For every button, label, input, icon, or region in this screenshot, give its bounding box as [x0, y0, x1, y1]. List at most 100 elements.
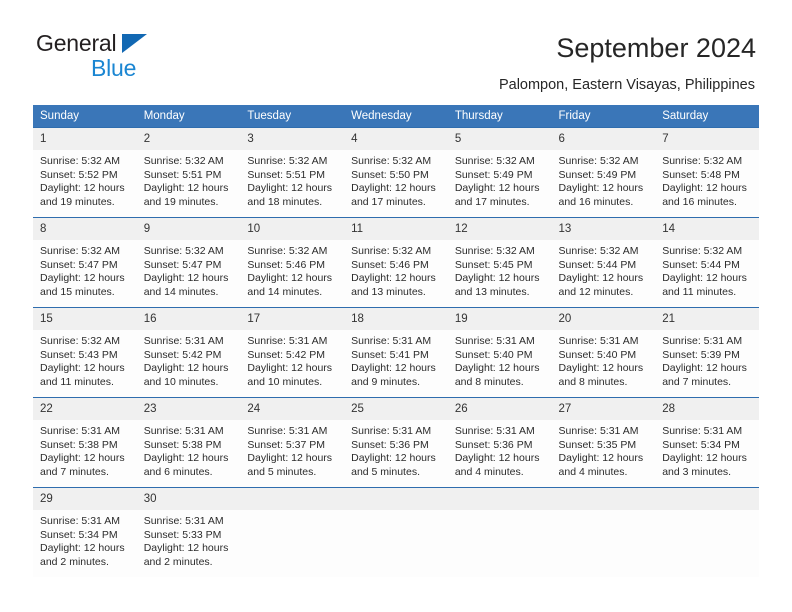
day-number: 28	[655, 398, 759, 420]
daylight-text: Daylight: 12 hours and 11 minutes.	[662, 272, 747, 298]
sunrise-text: Sunrise: 5:32 AM	[662, 245, 743, 257]
daylight-text: Daylight: 12 hours and 19 minutes.	[40, 182, 125, 208]
day-number: 5	[447, 128, 552, 150]
day-details: Sunrise: 5:32 AM Sunset: 5:45 PM Daylight:…	[448, 240, 552, 299]
sunrise-text: Sunrise: 5:31 AM	[247, 425, 328, 437]
sunset-text: Sunset: 5:38 PM	[143, 438, 222, 451]
day-details: Sunrise: 5:31 AM Sunset: 5:35 PM Daylight:…	[552, 420, 656, 479]
page-subtitle-location: Palompon, Eastern Visayas, Philippines	[498, 77, 755, 93]
sunrise-text: Sunrise: 5:32 AM	[143, 245, 224, 257]
day-details: Sunrise: 5:32 AM Sunset: 5:51 PM Daylight:…	[137, 150, 241, 209]
sunset-text: Sunset: 5:42 PM	[247, 348, 326, 361]
daylight-text: Daylight: 12 hours and 3 minutes.	[662, 452, 747, 478]
day-details: Sunrise: 5:31 AM Sunset: 5:37 PM Daylight:…	[240, 420, 344, 479]
day-cell[interactable]: 19 Sunrise: 5:31 AM Sunset: 5:40 PM Dayligh…	[447, 307, 552, 397]
day-details: Sunrise: 5:31 AM Sunset: 5:39 PM Daylight:…	[655, 330, 759, 389]
day-cell[interactable]: 22 Sunrise: 5:31 AM Sunset: 5:38 PM Dayligh…	[33, 397, 137, 487]
calendar-week-row: 29 Sunrise: 5:31 AM Sunset: 5:34 PM Dayligh…	[33, 487, 759, 577]
day-cell[interactable]: 10 Sunrise: 5:32 AM Sunset: 5:46 PM Dayligh…	[240, 217, 345, 307]
day-number: 19	[447, 308, 552, 330]
weekday-header-tuesday: Tuesday	[240, 105, 345, 127]
weekday-header-friday: Friday	[551, 105, 656, 127]
sunrise-text: Sunrise: 5:31 AM	[662, 425, 743, 437]
sunset-text: Sunset: 5:46 PM	[351, 258, 429, 271]
day-number: 27	[551, 398, 656, 420]
day-cell[interactable]: 1 Sunrise: 5:32 AM Sunset: 5:52 PM Daylight…	[33, 127, 137, 217]
sunset-text: Sunset: 5:51 PM	[247, 168, 326, 181]
day-cell[interactable]: 25 Sunrise: 5:31 AM Sunset: 5:36 PM Dayligh…	[344, 397, 448, 487]
day-cell[interactable]: 17 Sunrise: 5:31 AM Sunset: 5:42 PM Dayligh…	[240, 307, 345, 397]
day-cell[interactable]: 15 Sunrise: 5:32 AM Sunset: 5:43 PM Dayligh…	[33, 307, 137, 397]
day-number: 30	[136, 488, 241, 510]
day-cell[interactable]: 11 Sunrise: 5:32 AM Sunset: 5:46 PM Dayligh…	[344, 217, 448, 307]
sunrise-text: Sunrise: 5:31 AM	[40, 425, 120, 437]
day-cell[interactable]: 26 Sunrise: 5:31 AM Sunset: 5:36 PM Dayligh…	[447, 397, 552, 487]
logo-blue-label: Blue	[91, 55, 137, 81]
day-number: 8	[33, 218, 137, 240]
day-number: 10	[240, 218, 345, 240]
sunset-text: Sunset: 5:45 PM	[454, 258, 533, 271]
day-cell[interactable]: 20 Sunrise: 5:31 AM Sunset: 5:40 PM Dayligh…	[551, 307, 656, 397]
day-cell[interactable]: 23 Sunrise: 5:31 AM Sunset: 5:38 PM Dayligh…	[136, 397, 241, 487]
day-cell[interactable]: 27 Sunrise: 5:31 AM Sunset: 5:35 PM Dayligh…	[551, 397, 656, 487]
day-cell-empty	[240, 487, 345, 577]
sunset-text: Sunset: 5:33 PM	[143, 528, 222, 541]
sunset-text: Sunset: 5:50 PM	[351, 168, 429, 181]
day-cell[interactable]: 30 Sunrise: 5:31 AM Sunset: 5:33 PM Dayligh…	[136, 487, 241, 577]
sunset-text: Sunset: 5:52 PM	[40, 168, 118, 181]
day-details: Sunrise: 5:32 AM Sunset: 5:47 PM Daylight:…	[137, 240, 241, 299]
sunrise-text: Sunrise: 5:31 AM	[40, 515, 120, 527]
day-cell[interactable]: 3 Sunrise: 5:32 AM Sunset: 5:51 PM Daylight…	[240, 127, 345, 217]
day-cell[interactable]: 24 Sunrise: 5:31 AM Sunset: 5:37 PM Dayligh…	[240, 397, 345, 487]
day-cell[interactable]: 7 Sunrise: 5:32 AM Sunset: 5:48 PM Daylight…	[655, 127, 759, 217]
sunset-text: Sunset: 5:40 PM	[558, 348, 637, 361]
day-number	[551, 488, 656, 510]
day-cell[interactable]: 14 Sunrise: 5:32 AM Sunset: 5:44 PM Dayligh…	[655, 217, 759, 307]
sunrise-text: Sunrise: 5:32 AM	[454, 155, 535, 167]
day-number: 23	[136, 398, 241, 420]
sunset-text: Sunset: 5:44 PM	[558, 258, 637, 271]
daylight-text: Daylight: 12 hours and 7 minutes.	[662, 362, 747, 388]
daylight-text: Daylight: 12 hours and 17 minutes.	[351, 182, 436, 208]
day-details: Sunrise: 5:31 AM Sunset: 5:36 PM Daylight:…	[448, 420, 552, 479]
sunrise-text: Sunrise: 5:32 AM	[351, 245, 432, 257]
day-cell[interactable]: 4 Sunrise: 5:32 AM Sunset: 5:50 PM Daylight…	[344, 127, 448, 217]
daylight-text: Daylight: 12 hours and 9 minutes.	[351, 362, 436, 388]
day-cell[interactable]: 16 Sunrise: 5:31 AM Sunset: 5:42 PM Dayligh…	[136, 307, 241, 397]
day-number: 17	[240, 308, 345, 330]
sunset-text: Sunset: 5:46 PM	[247, 258, 326, 271]
day-cell[interactable]: 18 Sunrise: 5:31 AM Sunset: 5:41 PM Dayligh…	[344, 307, 448, 397]
daylight-text: Daylight: 12 hours and 5 minutes.	[351, 452, 436, 478]
day-cell[interactable]: 5 Sunrise: 5:32 AM Sunset: 5:49 PM Daylight…	[447, 127, 552, 217]
day-cell[interactable]: 6 Sunrise: 5:32 AM Sunset: 5:49 PM Daylight…	[551, 127, 656, 217]
day-number: 11	[344, 218, 448, 240]
sunrise-text: Sunrise: 5:31 AM	[247, 335, 328, 347]
day-cell[interactable]: 13 Sunrise: 5:32 AM Sunset: 5:44 PM Dayligh…	[551, 217, 656, 307]
day-number: 21	[655, 308, 759, 330]
daylight-text: Daylight: 12 hours and 11 minutes.	[40, 362, 125, 388]
day-number: 3	[240, 128, 345, 150]
weekday-header-wednesday: Wednesday	[344, 105, 448, 127]
sunset-text: Sunset: 5:47 PM	[40, 258, 118, 271]
day-cell[interactable]: 2 Sunrise: 5:32 AM Sunset: 5:51 PM Daylight…	[136, 127, 241, 217]
day-details: Sunrise: 5:32 AM Sunset: 5:51 PM Daylight:…	[240, 150, 344, 209]
day-number: 9	[136, 218, 241, 240]
sunrise-text: Sunrise: 5:32 AM	[40, 155, 120, 167]
day-cell[interactable]: 21 Sunrise: 5:31 AM Sunset: 5:39 PM Dayligh…	[655, 307, 759, 397]
day-number: 2	[136, 128, 241, 150]
day-cell[interactable]: 9 Sunrise: 5:32 AM Sunset: 5:47 PM Daylight…	[136, 217, 241, 307]
day-details: Sunrise: 5:31 AM Sunset: 5:34 PM Daylight:…	[655, 420, 759, 479]
day-details: Sunrise: 5:31 AM Sunset: 5:38 PM Daylight:…	[33, 420, 137, 479]
calendar-week-row: 1 Sunrise: 5:32 AM Sunset: 5:52 PM Daylight…	[33, 127, 759, 217]
sunrise-text: Sunrise: 5:31 AM	[351, 335, 432, 347]
sunrise-text: Sunrise: 5:31 AM	[558, 335, 639, 347]
day-cell[interactable]: 12 Sunrise: 5:32 AM Sunset: 5:45 PM Dayligh…	[447, 217, 552, 307]
day-details: Sunrise: 5:32 AM Sunset: 5:49 PM Daylight:…	[552, 150, 656, 209]
day-cell[interactable]: 29 Sunrise: 5:31 AM Sunset: 5:34 PM Dayligh…	[33, 487, 137, 577]
day-cell[interactable]: 8 Sunrise: 5:32 AM Sunset: 5:47 PM Daylight…	[33, 217, 137, 307]
sunset-text: Sunset: 5:37 PM	[247, 438, 326, 451]
daylight-text: Daylight: 12 hours and 8 minutes.	[558, 362, 644, 388]
day-cell[interactable]: 28 Sunrise: 5:31 AM Sunset: 5:34 PM Dayligh…	[655, 397, 759, 487]
daylight-text: Daylight: 12 hours and 2 minutes.	[143, 542, 229, 568]
sunrise-sunset-calendar-table: Sunday Monday Tuesday Wednesday Thursday…	[33, 105, 759, 577]
